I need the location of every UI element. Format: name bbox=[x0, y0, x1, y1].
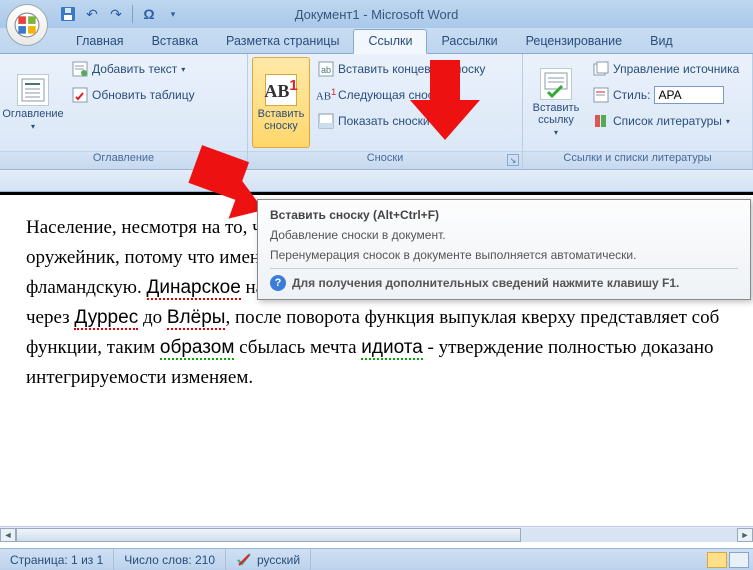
tooltip-line1: Добавление сноски в документ. bbox=[270, 228, 738, 242]
insert-footnote-button[interactable]: AB1 Вставить сноску bbox=[252, 57, 310, 148]
tab-view[interactable]: Вид bbox=[636, 30, 687, 53]
update-table-button[interactable]: Обновить таблицу bbox=[68, 83, 199, 107]
redo-icon[interactable]: ↷ bbox=[108, 6, 124, 22]
add-text-button[interactable]: Добавить текст ▾ bbox=[68, 57, 199, 81]
tab-page-layout[interactable]: Разметка страницы bbox=[212, 30, 353, 53]
scroll-track[interactable] bbox=[16, 528, 737, 542]
tab-home[interactable]: Главная bbox=[62, 30, 138, 53]
scroll-left-icon[interactable]: ◄ bbox=[0, 528, 16, 542]
svg-text:ab: ab bbox=[321, 65, 331, 75]
status-page[interactable]: Страница: 1 из 1 bbox=[0, 549, 114, 570]
next-footnote-icon: AB1 bbox=[318, 87, 334, 103]
horizontal-scrollbar[interactable]: ◄ ► bbox=[0, 526, 753, 542]
spellcheck-icon bbox=[236, 552, 252, 568]
tooltip-help: ? Для получения дополнительных сведений … bbox=[270, 268, 738, 291]
citations-group-label: Ссылки и списки литературы bbox=[523, 151, 752, 169]
bibliography-label: Список литературы bbox=[613, 114, 722, 128]
toc-label: Оглавление bbox=[2, 108, 63, 120]
ribbon-tabs: Главная Вставка Разметка страницы Ссылки… bbox=[0, 28, 753, 54]
update-table-icon bbox=[72, 87, 88, 103]
tab-mailings[interactable]: Рассылки bbox=[427, 30, 511, 53]
tooltip-line2: Перенумерация сносок в документе выполня… bbox=[270, 248, 738, 262]
dropdown-caret-icon: ▾ bbox=[31, 122, 35, 131]
manage-sources-button[interactable]: Управление источника bbox=[589, 57, 743, 81]
omega-icon[interactable]: Ω bbox=[141, 6, 157, 22]
tab-review[interactable]: Рецензирование bbox=[512, 30, 637, 53]
bibliography-icon bbox=[593, 113, 609, 129]
title-bar: ↶ ↷ Ω ▾ Документ1 - Microsoft Word bbox=[0, 0, 753, 28]
add-text-icon bbox=[72, 61, 88, 77]
tooltip: Вставить сноску (Alt+Ctrl+F) Добавление … bbox=[257, 199, 751, 300]
footnotes-launcher-icon[interactable]: ↘ bbox=[507, 154, 519, 166]
view-print-layout-button[interactable] bbox=[707, 552, 727, 568]
add-text-label: Добавить текст bbox=[92, 62, 177, 76]
insert-footnote-icon: AB1 bbox=[265, 74, 297, 106]
undo-icon[interactable]: ↶ bbox=[84, 6, 100, 22]
style-label: Стиль: bbox=[613, 88, 650, 102]
tooltip-title: Вставить сноску (Alt+Ctrl+F) bbox=[270, 208, 738, 222]
tab-insert[interactable]: Вставка bbox=[138, 30, 212, 53]
office-button[interactable] bbox=[6, 4, 48, 46]
status-language[interactable]: русский bbox=[226, 549, 311, 570]
status-language-label: русский bbox=[257, 553, 300, 567]
view-full-screen-button[interactable] bbox=[729, 552, 749, 568]
manage-sources-icon bbox=[593, 61, 609, 77]
tab-references[interactable]: Ссылки bbox=[353, 29, 427, 54]
bibliography-button[interactable]: Список литературы ▾ bbox=[589, 109, 743, 133]
dropdown-caret-icon: ▾ bbox=[554, 128, 558, 137]
help-icon: ? bbox=[270, 275, 286, 291]
annotation-arrow-right bbox=[405, 55, 485, 145]
update-table-label: Обновить таблицу bbox=[92, 88, 195, 102]
insert-citation-label: Вставить ссылку bbox=[530, 102, 582, 126]
style-row: Стиль: bbox=[589, 83, 743, 107]
scroll-right-icon[interactable]: ► bbox=[737, 528, 753, 542]
ruler-area bbox=[0, 170, 753, 192]
tooltip-help-text: Для получения дополнительных сведений на… bbox=[292, 276, 679, 290]
view-buttons bbox=[707, 552, 753, 568]
status-word-count[interactable]: Число слов: 210 bbox=[114, 549, 226, 570]
insert-citation-button[interactable]: Вставить ссылку ▾ bbox=[527, 57, 585, 148]
scroll-thumb[interactable] bbox=[16, 528, 521, 542]
footnotes-group-label: Сноски↘ bbox=[248, 151, 522, 169]
quick-access-toolbar: ↶ ↷ Ω ▾ bbox=[60, 0, 181, 28]
save-icon[interactable] bbox=[60, 6, 76, 22]
annotation-arrow-left bbox=[178, 145, 268, 235]
toc-button[interactable]: Оглавление ▾ bbox=[4, 57, 62, 148]
insert-endnote-icon: ab bbox=[318, 61, 334, 77]
insert-footnote-label: Вставить сноску bbox=[255, 108, 307, 132]
window-title: Документ1 - Microsoft Word bbox=[295, 7, 459, 22]
style-icon bbox=[593, 87, 609, 103]
ribbon: Оглавление ▾ Добавить текст ▾ Обновить т… bbox=[0, 54, 753, 170]
toc-icon bbox=[17, 74, 49, 106]
show-notes-icon bbox=[318, 113, 334, 129]
style-input[interactable] bbox=[654, 86, 724, 104]
qat-dropdown-icon[interactable]: ▾ bbox=[165, 6, 181, 22]
insert-citation-icon bbox=[540, 68, 572, 100]
status-bar: Страница: 1 из 1 Число слов: 210 русский bbox=[0, 548, 753, 570]
manage-sources-label: Управление источника bbox=[613, 62, 739, 76]
